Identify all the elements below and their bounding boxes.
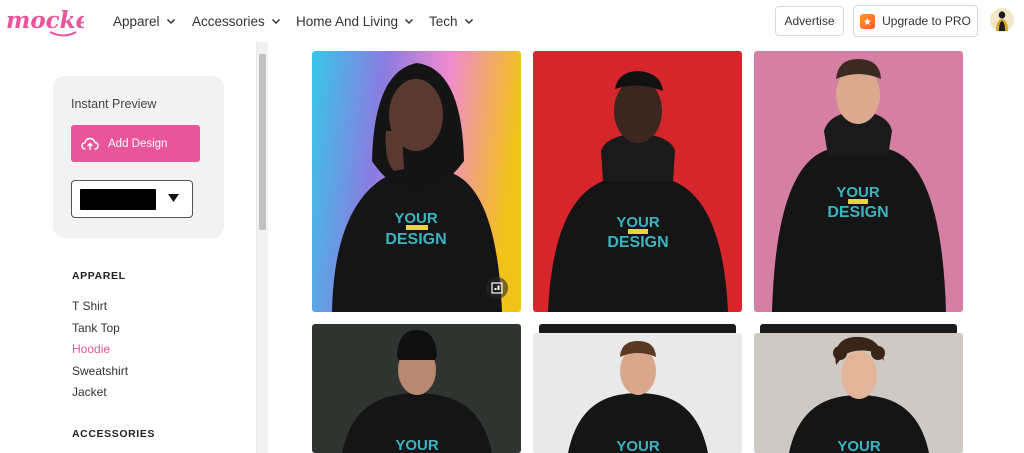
category-heading-accessories: ACCESSORIES	[72, 428, 156, 440]
nav-tech[interactable]: Tech	[429, 12, 474, 30]
pro-badge-icon	[860, 13, 876, 29]
upgrade-to-pro-button[interactable]: Upgrade to PRO	[853, 5, 978, 37]
hoodie-model-photo: YOUR	[312, 324, 521, 453]
print-line1: YOUR	[836, 184, 880, 201]
nav-home-and-living-label: Home And Living	[296, 13, 399, 29]
chevron-down-icon	[166, 18, 175, 25]
user-avatar[interactable]	[990, 7, 1014, 33]
top-navigation: mockey Apparel Accessories Home And Livi…	[0, 0, 1024, 42]
hoodie-model-photo: YOUR DESIGN	[754, 51, 963, 312]
print-line1: YOUR	[616, 438, 660, 453]
add-design-label: Add Design	[108, 137, 168, 150]
instant-preview-panel: Instant Preview Add Design	[53, 76, 224, 238]
logo-text: mockey	[6, 7, 84, 34]
chevron-down-icon	[405, 18, 414, 25]
sidebar-scrollbar[interactable]	[256, 42, 268, 453]
hoodie-model-photo: YOUR	[754, 333, 963, 453]
print-line2: DESIGN	[385, 231, 446, 248]
print-line1: YOUR	[837, 438, 881, 453]
print-line1: YOUR	[395, 437, 439, 453]
edit-layer-icon[interactable]	[486, 277, 508, 299]
color-dropdown[interactable]	[71, 180, 193, 218]
add-design-button[interactable]: Add Design	[71, 125, 200, 162]
scrollbar-thumb[interactable]	[259, 54, 266, 230]
mockup-card[interactable]: YOUR DESIGN	[533, 51, 742, 312]
hoodie-model-photo: YOUR DESIGN	[533, 51, 742, 312]
category-link-hoodie[interactable]: Hoodie	[72, 342, 110, 356]
hoodie-model-photo: YOUR	[533, 333, 742, 453]
chevron-down-icon	[271, 18, 280, 25]
category-link-sweatshirt[interactable]: Sweatshirt	[72, 364, 128, 378]
mockup-card[interactable]: YOUR DESIGN	[312, 51, 521, 312]
print-line2: DESIGN	[827, 204, 888, 221]
nav-accessories-label: Accessories	[192, 13, 265, 29]
category-link-t-shirt[interactable]: T Shirt	[72, 299, 107, 313]
mockup-card[interactable]: YOUR	[533, 333, 742, 453]
category-link-tank-top[interactable]: Tank Top	[72, 321, 120, 335]
hoodie-model-photo: YOUR DESIGN	[312, 51, 521, 312]
caret-down-icon	[168, 194, 179, 202]
advertise-button[interactable]: Advertise	[775, 6, 844, 36]
upgrade-label: Upgrade to PRO	[882, 14, 971, 28]
mockup-card[interactable]: YOUR	[312, 324, 521, 453]
chevron-down-icon	[464, 18, 473, 25]
nav-apparel-label: Apparel	[113, 13, 160, 29]
mockup-card[interactable]: YOUR DESIGN	[754, 51, 963, 312]
category-heading-apparel: APPAREL	[72, 270, 126, 282]
cloud-upload-icon	[81, 137, 99, 150]
category-link-jacket[interactable]: Jacket	[72, 385, 107, 399]
instant-preview-title: Instant Preview	[71, 97, 157, 111]
nav-accessories[interactable]: Accessories	[192, 12, 281, 30]
selected-color-swatch	[80, 189, 156, 210]
sidebar: Instant Preview Add Design APPAREL T Shi…	[0, 42, 256, 453]
print-line1: YOUR	[616, 214, 660, 231]
nav-apparel[interactable]: Apparel	[113, 12, 176, 30]
nav-home-and-living[interactable]: Home And Living	[296, 12, 414, 30]
print-line2: DESIGN	[607, 234, 668, 251]
mockey-logo[interactable]: mockey	[4, 2, 105, 40]
print-line1: YOUR	[394, 210, 438, 227]
mockup-card[interactable]: YOUR	[754, 333, 963, 453]
nav-tech-label: Tech	[429, 13, 458, 29]
